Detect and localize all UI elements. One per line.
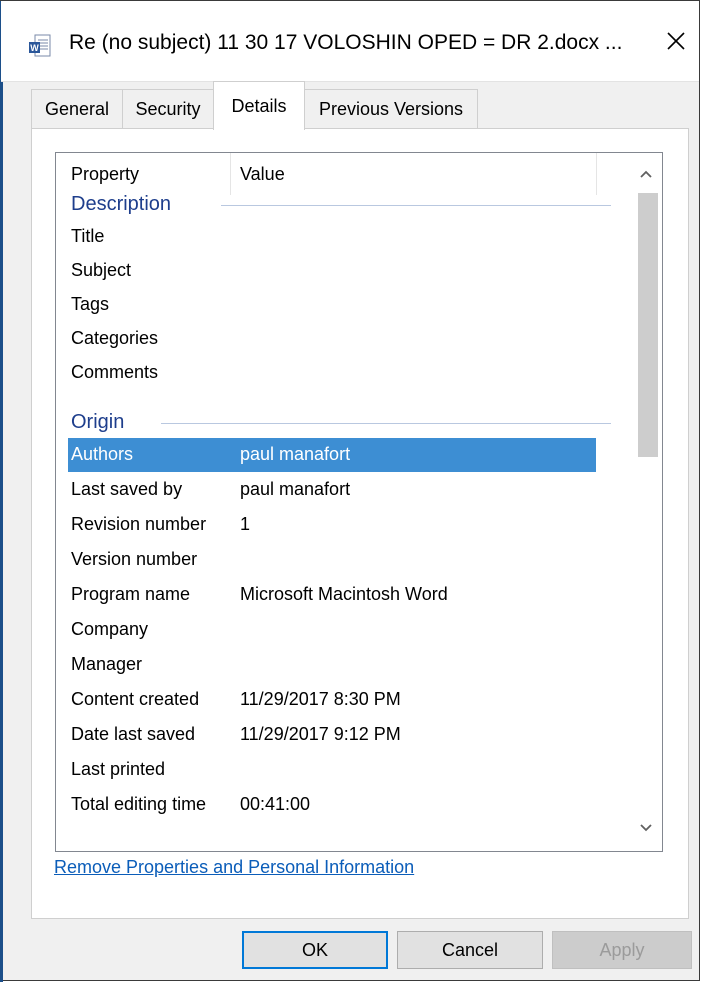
list-item[interactable]: Title <box>68 220 596 254</box>
chevron-up-icon <box>639 166 653 184</box>
list-item[interactable]: Comments <box>68 356 596 390</box>
list-item[interactable]: Manager <box>68 648 596 682</box>
property-name: Last printed <box>71 759 166 779</box>
property-value: 1 <box>240 514 251 534</box>
list-item[interactable]: Company <box>68 613 596 647</box>
property-value: 11/29/2017 8:30 PM <box>240 689 401 709</box>
close-icon <box>666 31 686 56</box>
group-divider <box>221 205 611 206</box>
word-document-icon: W <box>29 34 51 58</box>
scroll-thumb[interactable] <box>638 193 658 457</box>
property-value: 00:41:00 <box>240 794 311 814</box>
properties-dialog: W Re (no subject) 11 30 17 VOLOSHIN OPED… <box>0 0 700 982</box>
list-item-selected[interactable]: Authors paul manafort <box>68 438 596 472</box>
property-name: Categories <box>71 328 159 348</box>
list-item[interactable]: Subject <box>68 254 596 288</box>
property-name: Content created <box>71 689 200 709</box>
svg-text:W: W <box>30 43 39 53</box>
vertical-scrollbar[interactable] <box>630 153 662 851</box>
cancel-button[interactable]: Cancel <box>397 931 543 969</box>
column-divider[interactable] <box>230 153 231 195</box>
list-item[interactable]: Last printed <box>68 753 596 787</box>
details-list[interactable]: Property Value Description Title Subject… <box>55 152 663 852</box>
scroll-down-button[interactable] <box>630 811 662 847</box>
chevron-down-icon <box>639 820 653 838</box>
property-name: Revision number <box>71 514 207 534</box>
property-value: 11/29/2017 9:12 PM <box>240 724 401 744</box>
column-divider[interactable] <box>596 153 597 195</box>
apply-button[interactable]: Apply <box>552 931 692 969</box>
tab-details[interactable]: Details <box>213 81 305 130</box>
property-name: Last saved by <box>71 479 183 499</box>
window-title: Re (no subject) 11 30 17 VOLOSHIN OPED =… <box>69 31 623 54</box>
group-divider <box>161 423 611 424</box>
tab-previous-versions[interactable]: Previous Versions <box>304 89 478 129</box>
column-header-value[interactable]: Value <box>240 153 590 195</box>
property-name: Comments <box>71 362 159 382</box>
property-value: Microsoft Macintosh Word <box>240 584 448 604</box>
list-item[interactable]: Categories <box>68 322 596 356</box>
property-name: Total editing time <box>71 794 207 814</box>
property-name: Date last saved <box>71 724 196 744</box>
property-name: Company <box>71 619 149 639</box>
property-value: paul manafort <box>240 479 351 499</box>
ok-button[interactable]: OK <box>242 931 388 969</box>
property-name: Authors <box>71 444 134 464</box>
group-header-description[interactable]: Description <box>71 189 171 219</box>
scroll-up-button[interactable] <box>630 157 662 193</box>
list-item[interactable]: Tags <box>68 288 596 322</box>
property-value: paul manafort <box>240 444 351 464</box>
property-name: Manager <box>71 654 143 674</box>
list-item[interactable]: Date last saved 11/29/2017 9:12 PM <box>68 718 596 752</box>
property-name: Subject <box>71 260 132 280</box>
list-item[interactable]: Version number <box>68 543 596 577</box>
group-label: Description <box>71 192 172 215</box>
group-header-origin[interactable]: Origin <box>71 407 124 437</box>
property-name: Version number <box>71 549 198 569</box>
details-panel: Property Value Description Title Subject… <box>31 128 689 919</box>
property-name: Program name <box>71 584 191 604</box>
property-name: Tags <box>71 294 110 314</box>
tab-general[interactable]: General <box>31 89 123 129</box>
tab-security[interactable]: Security <box>122 89 214 129</box>
close-button[interactable] <box>656 23 696 63</box>
list-item[interactable]: Total editing time 00:41:00 <box>68 788 596 822</box>
group-label: Origin <box>71 410 125 433</box>
list-item[interactable]: Program name Microsoft Macintosh Word <box>68 578 596 612</box>
list-item[interactable]: Content created 11/29/2017 8:30 PM <box>68 683 596 717</box>
remove-properties-link[interactable]: Remove Properties and Personal Informati… <box>54 857 414 878</box>
title-bar: W Re (no subject) 11 30 17 VOLOSHIN OPED… <box>1 1 699 82</box>
list-item[interactable]: Revision number 1 <box>68 508 596 542</box>
property-name: Title <box>71 226 105 246</box>
list-item[interactable]: Last saved by paul manafort <box>68 473 596 507</box>
